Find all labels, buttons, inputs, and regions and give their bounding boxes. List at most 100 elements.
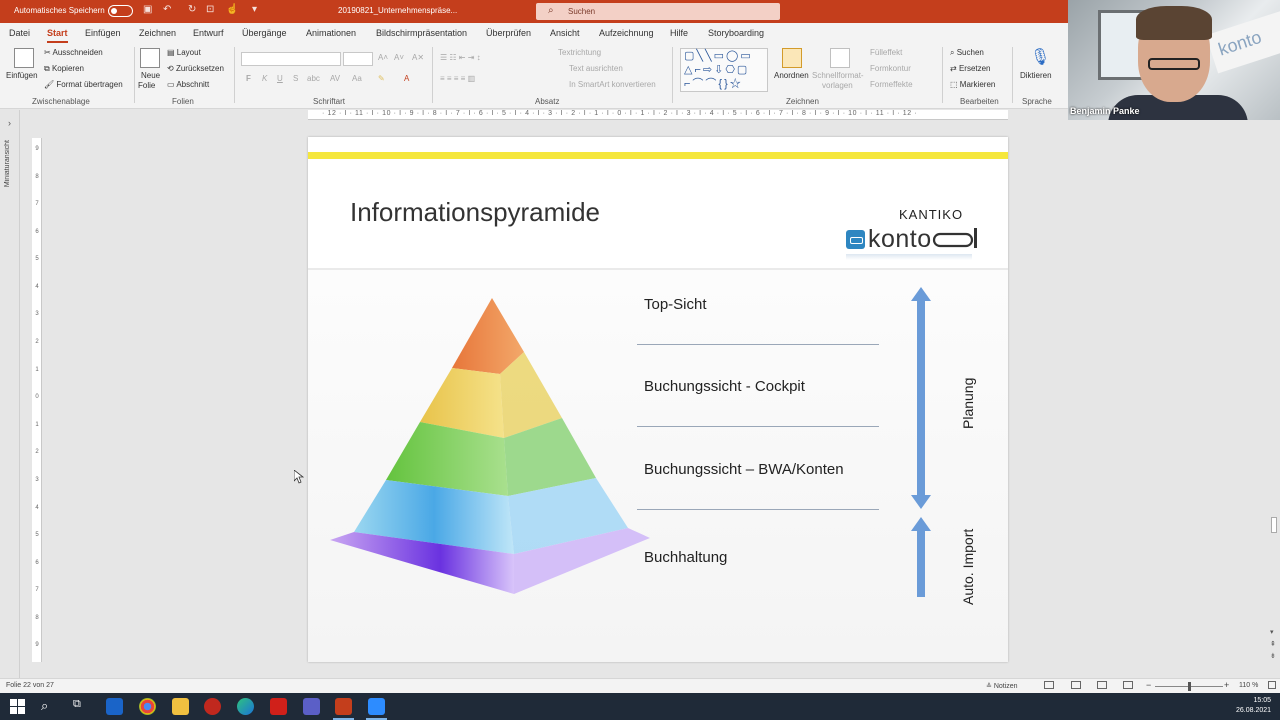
font-size-select[interactable] (343, 52, 373, 66)
prev-slide-icon[interactable]: ⇞ (1270, 640, 1276, 648)
underline-button[interactable]: U (277, 74, 283, 83)
edge-icon[interactable] (237, 698, 254, 715)
char-spacing-icon[interactable]: AV (330, 74, 340, 83)
expand-chevron-icon[interactable]: › (8, 118, 11, 128)
new-slide-label-1[interactable]: Neue (141, 71, 160, 80)
tab-entwurf[interactable]: Entwurf (193, 28, 224, 38)
autosave-toggle[interactable] (108, 5, 133, 17)
save-icon[interactable]: ▣ (143, 4, 152, 15)
scroll-down-icon[interactable]: ▾ (1270, 628, 1274, 636)
shapes-gallery[interactable]: ▢╲╲▭◯▭ △⌐⇨⇩⎔▢ ⌐⌒⌒{}☆ (680, 48, 768, 92)
task-view-icon[interactable]: ⧉ (73, 698, 90, 715)
outlook-icon[interactable] (106, 698, 123, 715)
level-label-cockpit[interactable]: Buchungssicht - Cockpit (644, 378, 805, 395)
level-label-bwa[interactable]: Buchungssicht – BWA/Konten (644, 461, 844, 478)
tab-ansicht[interactable]: Ansicht (550, 28, 580, 38)
change-case-icon[interactable]: Aa (352, 74, 362, 83)
font-color-icon[interactable]: A (404, 74, 409, 83)
tab-start[interactable]: Start (47, 28, 68, 43)
slide-canvas[interactable]: Informationspyramide KANTIKO konto Top-S… (308, 137, 1008, 662)
font-family-select[interactable] (241, 52, 341, 66)
information-pyramid[interactable] (324, 292, 664, 602)
new-slide-label-2[interactable]: Folie (138, 81, 155, 90)
shape-effects-button[interactable]: Formeffekte (870, 80, 913, 89)
cut-button[interactable]: ✂ Ausschneiden (44, 48, 103, 57)
tab-bildschirmpraesentation[interactable]: Bildschirmpräsentation (376, 28, 467, 38)
shrink-font-icon[interactable]: A˅ (394, 53, 404, 62)
reading-view-icon[interactable] (1097, 681, 1107, 689)
undo-icon[interactable]: ↶ (163, 4, 171, 15)
replace-button[interactable]: ⇄ Ersetzen (950, 64, 991, 73)
quick-styles-icon[interactable] (830, 48, 850, 68)
select-button[interactable]: ⬚ Markieren (950, 80, 995, 89)
strikethrough-icon[interactable]: abc (307, 74, 320, 83)
paste-button[interactable]: Einfügen (6, 71, 38, 80)
opera-icon[interactable] (204, 698, 221, 715)
level-label-buchhaltung[interactable]: Buchhaltung (644, 549, 727, 566)
dictate-button[interactable]: Diktieren (1020, 71, 1052, 80)
format-painter-button[interactable]: 🖌 Format übertragen (44, 80, 123, 89)
present-icon[interactable]: ⊡ (206, 4, 214, 15)
arrange-button[interactable]: Anordnen (774, 71, 809, 80)
tab-einfuegen[interactable]: Einfügen (85, 28, 121, 38)
zoom-slider-knob[interactable] (1188, 682, 1191, 691)
chrome-icon[interactable] (139, 698, 156, 715)
system-clock[interactable]: 15:05 26.08.2021 (1236, 696, 1271, 716)
tab-datei[interactable]: Datei (9, 28, 30, 38)
new-slide-icon[interactable] (140, 48, 160, 68)
grow-font-icon[interactable]: A˄ (378, 53, 388, 62)
powerpoint-icon[interactable] (335, 698, 352, 715)
zoom-level[interactable]: 110 % (1239, 682, 1258, 689)
fit-to-window-icon[interactable] (1268, 681, 1276, 689)
smartart-button[interactable]: In SmartArt konvertieren (569, 80, 656, 89)
search-box[interactable]: ⌕ Suchen (536, 3, 780, 20)
arrow-label-auto-import[interactable]: Auto. Import (960, 529, 976, 605)
tab-storyboarding[interactable]: Storyboarding (708, 28, 764, 38)
align-text-button[interactable]: Text ausrichten (569, 64, 623, 73)
slideshow-view-icon[interactable] (1123, 681, 1133, 689)
section-button[interactable]: ▭ Abschnitt (167, 80, 209, 89)
document-filename[interactable]: 20190821_Unternehmenspräse... (338, 6, 457, 15)
redo-icon[interactable]: ↻ (188, 4, 196, 15)
italic-button[interactable]: K (262, 74, 267, 83)
planning-arrows[interactable] (908, 287, 934, 599)
slide-title[interactable]: Informationspyramide (350, 197, 600, 228)
zoom-out-icon[interactable]: − (1146, 680, 1151, 690)
reset-button[interactable]: ⟲ Zurücksetzen (167, 64, 224, 73)
thumbnail-pane-label[interactable]: Miniaturansicht (4, 140, 11, 187)
copy-button[interactable]: ⧉ Kopieren (44, 64, 84, 74)
quick-styles-label-2[interactable]: vorlagen (822, 81, 853, 90)
arrange-icon[interactable] (782, 48, 802, 68)
tab-zeichnen[interactable]: Zeichnen (139, 28, 176, 38)
shape-outline-button[interactable]: Formkontur (870, 64, 911, 73)
arrow-label-planung[interactable]: Planung (960, 378, 976, 429)
layout-button[interactable]: ▤ Layout (167, 48, 201, 57)
slide-sorter-icon[interactable] (1071, 681, 1081, 689)
shadow-button[interactable]: S (293, 74, 298, 83)
normal-view-icon[interactable] (1044, 681, 1054, 689)
search-icon[interactable]: ⌕ (41, 698, 58, 715)
bullets-icon[interactable]: ☰ ☷ ⇤ ⇥ ↕ (440, 53, 481, 62)
clear-format-icon[interactable]: A✕ (412, 53, 424, 62)
notes-button[interactable]: ≗ Notizen (986, 682, 1018, 690)
import-up-arrow-icon[interactable] (911, 517, 931, 597)
paste-icon[interactable] (14, 48, 34, 68)
acrobat-icon[interactable] (270, 698, 287, 715)
find-button[interactable]: ⌕ Suchen (950, 48, 984, 58)
webcam-video[interactable]: konto Benjamin Panke (1068, 0, 1280, 120)
next-slide-icon[interactable]: ⇟ (1270, 652, 1276, 660)
windows-start-icon[interactable] (9, 698, 26, 715)
file-explorer-icon[interactable] (172, 698, 189, 715)
touch-mode-icon[interactable]: ☝ (226, 4, 238, 15)
tab-animationen[interactable]: Animationen (306, 28, 356, 38)
level-label-top[interactable]: Top-Sicht (644, 296, 707, 313)
vertical-scrollbar[interactable]: ▾ ⇞ ⇟ (1268, 120, 1280, 678)
align-icons[interactable]: ≡ ≡ ≡ ≡ ▥ (440, 74, 475, 83)
teams-icon[interactable] (303, 698, 320, 715)
shape-fill-button[interactable]: Fülleffekt (870, 48, 902, 57)
zoom-app-icon[interactable] (368, 698, 385, 715)
highlight-icon[interactable]: ✎ (378, 74, 385, 83)
zoom-in-icon[interactable]: + (1224, 680, 1229, 690)
tab-hilfe[interactable]: Hilfe (670, 28, 688, 38)
microphone-icon[interactable]: 🎙 (1030, 47, 1050, 67)
